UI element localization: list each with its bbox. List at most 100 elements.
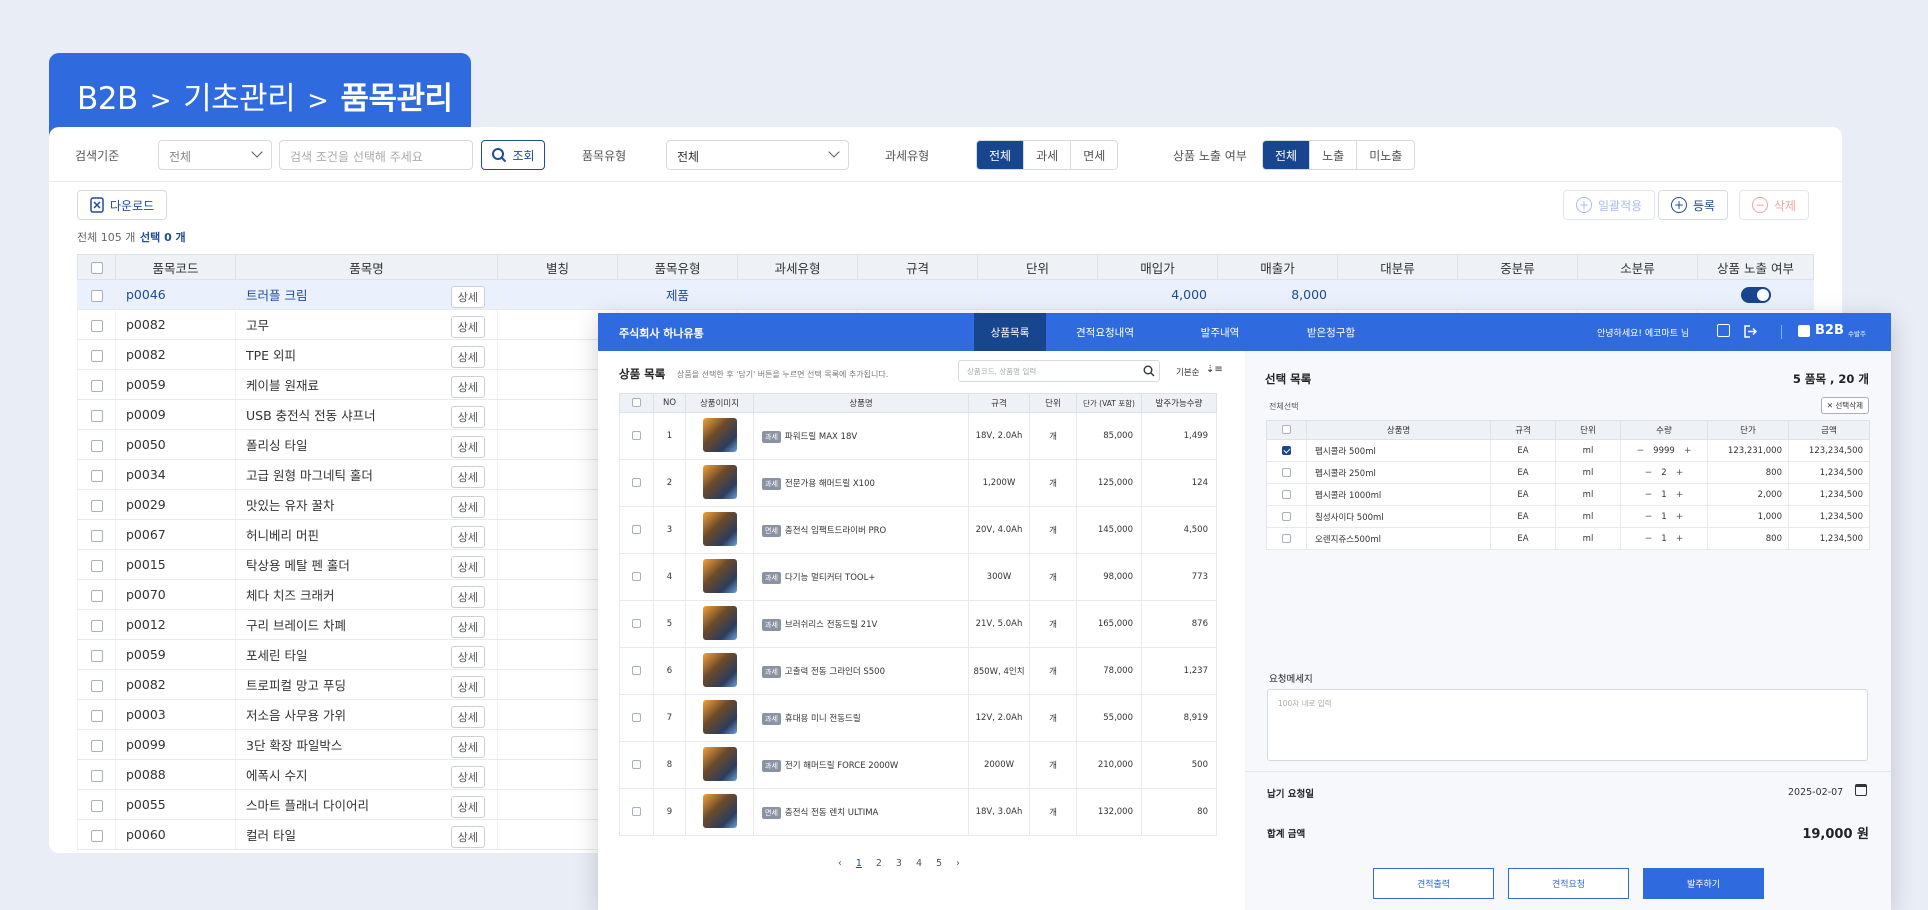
- col-category-large[interactable]: 대분류: [1337, 254, 1458, 280]
- row-checkbox[interactable]: [77, 819, 116, 850]
- row-checkbox[interactable]: [77, 669, 116, 700]
- sort-icon[interactable]: ⇣≡: [1206, 364, 1223, 375]
- detail-button[interactable]: 상세: [450, 616, 485, 638]
- row-checkbox[interactable]: [77, 579, 116, 610]
- tax-option-all[interactable]: 전체: [977, 141, 1024, 169]
- product-checkbox[interactable]: [619, 647, 654, 695]
- plus-icon[interactable]: +: [1676, 468, 1684, 478]
- product-checkbox[interactable]: [619, 694, 654, 742]
- row-checkbox[interactable]: [77, 489, 116, 520]
- row-checkbox[interactable]: [77, 279, 116, 310]
- product-row[interactable]: 2 과세 전문가용 해머드릴 X100 1,200W 개 125,000 124: [619, 459, 1217, 507]
- col-unit[interactable]: 단위: [977, 254, 1098, 280]
- quantity-value[interactable]: 9999: [1653, 446, 1675, 456]
- row-checkbox[interactable]: [77, 429, 116, 460]
- detail-button[interactable]: 상세: [450, 736, 485, 758]
- product-checkbox[interactable]: [619, 412, 654, 460]
- detail-button[interactable]: 상세: [450, 676, 485, 698]
- col-sell-price[interactable]: 매출가: [1217, 254, 1338, 280]
- expose-option-all[interactable]: 전체: [1263, 141, 1310, 169]
- minus-icon[interactable]: −: [1637, 446, 1645, 456]
- col-code[interactable]: 품목코드: [115, 254, 236, 280]
- product-checkbox[interactable]: [619, 459, 654, 507]
- col-type[interactable]: 품목유형: [617, 254, 738, 280]
- minus-icon[interactable]: −: [1645, 490, 1653, 500]
- detail-button[interactable]: 상세: [450, 316, 485, 338]
- row-checkbox[interactable]: [77, 339, 116, 370]
- expose-toggle[interactable]: [1740, 286, 1771, 303]
- product-row[interactable]: 3 면세 충전식 임팩트드라이버 PRO 20V, 4.0Ah 개 145,000 4,50…: [619, 506, 1217, 554]
- selected-checkbox[interactable]: [1266, 483, 1307, 506]
- next-page-icon[interactable]: ›: [956, 858, 960, 869]
- request-message-input[interactable]: 100자 내로 입력: [1267, 689, 1868, 761]
- col-expose[interactable]: 상품 노출 여부: [1697, 254, 1814, 280]
- search-icon[interactable]: [1143, 365, 1155, 377]
- row-checkbox[interactable]: [77, 459, 116, 490]
- selected-checkbox[interactable]: [1266, 439, 1307, 462]
- expose-option-shown[interactable]: 노출: [1309, 141, 1356, 169]
- detail-button[interactable]: 상세: [450, 556, 485, 578]
- row-checkbox[interactable]: [77, 399, 116, 430]
- quantity-value[interactable]: 1: [1661, 512, 1666, 522]
- col-tax[interactable]: 과세유형: [737, 254, 858, 280]
- search-button[interactable]: 조회: [481, 140, 545, 170]
- building-icon[interactable]: [1717, 324, 1730, 337]
- product-row[interactable]: 9 면세 충전식 전동 렌치 ULTIMA 18V, 3.0Ah 개 132,000 80: [619, 788, 1217, 836]
- download-button[interactable]: 다운로드: [77, 190, 168, 220]
- product-row[interactable]: 5 과세 브러쉬리스 전동드릴 21V 21V, 5.0Ah 개 165,000 876: [619, 600, 1217, 648]
- page-1[interactable]: 1: [856, 858, 862, 869]
- prev-page-icon[interactable]: ‹: [838, 858, 842, 869]
- row-checkbox[interactable]: [77, 729, 116, 760]
- minus-icon[interactable]: −: [1645, 512, 1653, 522]
- calendar-icon[interactable]: [1855, 784, 1867, 796]
- detail-button[interactable]: 상세: [450, 346, 485, 368]
- detail-button[interactable]: 상세: [450, 766, 485, 788]
- col-spec[interactable]: 규격: [857, 254, 978, 280]
- request-quote-button[interactable]: 견적요청: [1508, 868, 1629, 899]
- plus-icon[interactable]: +: [1676, 512, 1684, 522]
- row-checkbox[interactable]: [77, 369, 116, 400]
- selected-row[interactable]: 펩시콜라 250ml EA ml −2 +800 1,234,500: [1266, 461, 1870, 484]
- place-order-button[interactable]: 발주하기: [1643, 868, 1764, 899]
- col-category-mid[interactable]: 중분류: [1457, 254, 1578, 280]
- plus-icon[interactable]: +: [1676, 534, 1684, 544]
- page-4[interactable]: 4: [916, 858, 922, 869]
- detail-button[interactable]: 상세: [450, 826, 485, 848]
- product-row[interactable]: 4 과세 다기능 멀티커터 TOOL+ 300W 개 98,000 773: [619, 553, 1217, 601]
- detail-button[interactable]: 상세: [450, 526, 485, 548]
- page-2[interactable]: 2: [876, 858, 882, 869]
- tab-product-list[interactable]: 상품목록: [974, 313, 1046, 351]
- breadcrumb-parent[interactable]: 기초관리: [183, 81, 296, 117]
- tax-option-exempt[interactable]: 면세: [1070, 141, 1117, 169]
- delete-selected-button[interactable]: ✕ 선택삭제: [1820, 397, 1869, 414]
- product-checkbox[interactable]: [619, 553, 654, 601]
- product-row[interactable]: 6 과세 고출력 전동 그라인더 S500 850W, 4인치 개 78,000 1,237: [619, 647, 1217, 695]
- product-row[interactable]: 7 과세 휴대용 미니 전동드릴 12V, 2.0Ah 개 55,000 8,919: [619, 694, 1217, 742]
- criteria-select[interactable]: 전체: [158, 140, 272, 170]
- row-checkbox[interactable]: [77, 699, 116, 730]
- product-checkbox[interactable]: [619, 788, 654, 836]
- selected-all-checkbox[interactable]: [1266, 420, 1307, 440]
- tax-option-taxable[interactable]: 과세: [1023, 141, 1070, 169]
- table-row[interactable]: p0046 트러플 크림 상세 제품 4,000 8,000: [77, 279, 1814, 310]
- row-checkbox[interactable]: [77, 639, 116, 670]
- tab-order-history[interactable]: 발주내역: [1164, 313, 1276, 351]
- selected-checkbox[interactable]: [1266, 527, 1307, 550]
- selected-row[interactable]: 펩시콜라 500ml EA ml −9999 +123,231,000 123,234,5…: [1266, 439, 1870, 462]
- row-checkbox[interactable]: [77, 759, 116, 790]
- tab-received-invoices[interactable]: 받은청구함: [1276, 313, 1386, 351]
- tab-quote-history[interactable]: 견적요청내역: [1046, 313, 1164, 351]
- product-checkbox[interactable]: [619, 506, 654, 554]
- row-checkbox[interactable]: [77, 309, 116, 340]
- row-checkbox[interactable]: [77, 519, 116, 550]
- col-alias[interactable]: 별칭: [497, 254, 618, 280]
- delete-button[interactable]: − 삭제: [1739, 190, 1810, 220]
- logout-icon[interactable]: [1742, 324, 1757, 339]
- detail-button[interactable]: 상세: [450, 376, 485, 398]
- select-all-label[interactable]: 전체선택: [1269, 401, 1298, 412]
- row-checkbox[interactable]: [77, 609, 116, 640]
- bulk-apply-button[interactable]: + 일괄적용: [1563, 190, 1656, 220]
- detail-button[interactable]: 상세: [450, 796, 485, 818]
- selected-checkbox[interactable]: [1266, 505, 1307, 528]
- print-quote-button[interactable]: 견적출력: [1373, 868, 1494, 899]
